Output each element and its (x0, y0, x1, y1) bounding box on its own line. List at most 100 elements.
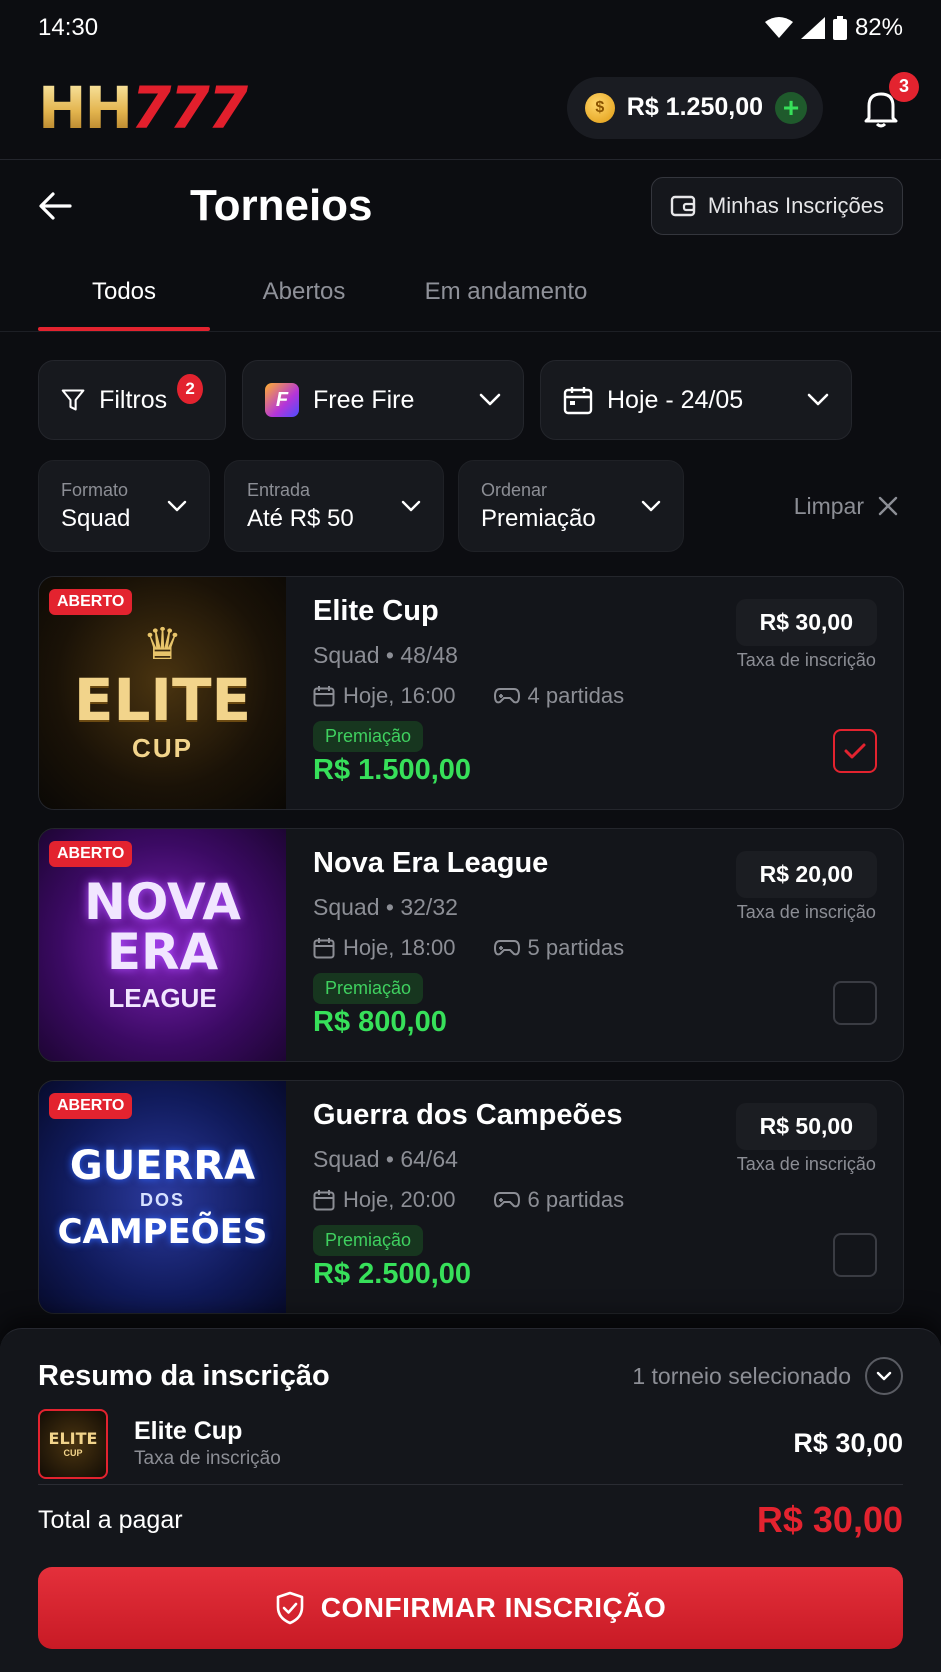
fee-label: Taxa de inscrição (736, 1154, 876, 1174)
wallet-icon (670, 195, 696, 217)
confirm-registration-button[interactable]: CONFIRMAR INSCRIÇÃO (38, 1567, 903, 1649)
select-checkbox[interactable] (833, 729, 877, 773)
mini-art-subtitle: CUP (63, 1448, 83, 1458)
calendar-icon (313, 1190, 335, 1211)
sort-select[interactable]: Ordenar Premiação (458, 460, 684, 552)
tournament-name: Guerra dos Campeões (313, 1099, 623, 1131)
prize-label: Premiação (313, 1225, 424, 1256)
tournament-card-elite-cup[interactable]: ABERTO ♛ ELITE CUP Elite Cup Squad • 48/… (38, 576, 904, 810)
back-arrow-icon (39, 192, 72, 220)
summary-count: 1 torneio selecionado (632, 1362, 851, 1389)
tournament-info: Nova Era League Squad • 32/32 Hoje, 18:0… (313, 847, 624, 1039)
tournament-image: ABERTO GUERRA DOS CAMPEÕES (39, 1081, 286, 1313)
tab-abertos[interactable]: Abertos (210, 252, 398, 331)
entry-label: Entrada (247, 479, 311, 500)
gamepad-icon (493, 940, 520, 956)
tournament-matches: 5 partidas (527, 935, 625, 960)
entry-fee: R$ 50,00 Taxa de inscrição (735, 1103, 877, 1175)
tournament-time: Hoje, 16:00 (343, 683, 456, 708)
tab-todos[interactable]: Todos (38, 252, 210, 331)
coin-icon: $ (584, 92, 615, 123)
chevron-down-icon (401, 500, 421, 512)
chevron-down-icon (876, 1371, 892, 1381)
calendar-icon (313, 686, 335, 707)
tournament-card-nova-era-league[interactable]: ABERTO NOVA ERA LEAGUE Nova Era League S… (38, 828, 904, 1062)
game-select[interactable]: F Free Fire (242, 360, 524, 440)
game-value: Free Fire (313, 385, 415, 414)
summary-item-sub: Taxa de inscrição (134, 1448, 281, 1469)
notifications-button[interactable]: 3 (859, 71, 919, 130)
summary-item-thumbnail: ELITE CUP (38, 1408, 108, 1479)
status-badge: ABERTO (49, 589, 133, 615)
tab-label: Abertos (262, 277, 346, 305)
prize-amount: R$ 1.500,00 (313, 754, 472, 786)
wallet-balance[interactable]: $ R$ 1.250,00 + (566, 76, 823, 139)
page-title: Torneios (190, 181, 373, 230)
status-time: 14:30 (38, 14, 99, 41)
filters-count-badge: 2 (177, 374, 203, 404)
tournament-info: Guerra dos Campeões Squad • 64/64 Hoje, … (313, 1099, 624, 1291)
date-select[interactable]: Hoje - 24/05 (540, 360, 852, 440)
collapse-summary-button[interactable] (865, 1357, 903, 1395)
add-funds-button[interactable]: + (775, 91, 807, 124)
sub-filter-row: Formato Squad Entrada Até R$ 50 Ordenar … (38, 460, 904, 552)
tournament-name: Nova Era League (313, 847, 549, 879)
close-icon (878, 496, 898, 516)
fee-amount: R$ 20,00 (735, 851, 877, 898)
sort-value: Premiação (481, 504, 596, 532)
sort-label: Ordenar (481, 479, 548, 500)
entry-select[interactable]: Entrada Até R$ 50 (224, 460, 444, 552)
back-button[interactable] (38, 176, 98, 236)
tournament-card-guerra-dos-campeoes[interactable]: ABERTO GUERRA DOS CAMPEÕES Guerra dos Ca… (38, 1080, 904, 1314)
tab-bar: Todos Abertos Em andamento (0, 252, 941, 332)
status-bar: 14:30 82% (0, 0, 941, 56)
art-subtitle: CUP (132, 732, 193, 763)
tab-label: Todos (91, 277, 157, 305)
fee-label: Taxa de inscrição (736, 650, 876, 670)
summary-item: ELITE CUP Elite Cup Taxa de inscrição R$… (38, 1408, 903, 1485)
checkmark-icon (844, 743, 866, 759)
entry-value: Até R$ 50 (247, 504, 354, 532)
total-value: R$ 30,00 (756, 1499, 903, 1540)
gamepad-icon (493, 1192, 520, 1208)
tournament-image: ABERTO NOVA ERA LEAGUE (39, 829, 286, 1061)
app-logo[interactable]: HH777 (38, 73, 248, 142)
art-subtitle: DOS (139, 1189, 185, 1210)
prize-label: Premiação (313, 973, 424, 1004)
tournament-meta: Squad • 64/64 (313, 1146, 458, 1172)
free-fire-icon: F (265, 383, 299, 417)
clear-filters-button[interactable]: Limpar (794, 493, 904, 520)
summary-header: Resumo da inscrição 1 torneio selecionad… (38, 1357, 903, 1395)
confirm-label: CONFIRMAR INSCRIÇÃO (320, 1592, 667, 1623)
app-header: HH777 $ R$ 1.250,00 + 3 (0, 56, 941, 160)
chevron-down-icon (479, 393, 501, 406)
logo-777: 777 (131, 73, 248, 142)
prize-label: Premiação (313, 721, 424, 752)
summary-title: Resumo da inscrição (38, 1359, 330, 1392)
tournament-info: Elite Cup Squad • 48/48 Hoje, 16:00 4 pa… (313, 595, 624, 787)
my-registrations-button[interactable]: Minhas Inscrições (650, 177, 903, 235)
status-icons: 82% (764, 14, 903, 42)
tournament-matches: 6 partidas (527, 1187, 625, 1212)
filter-row: Filtros 2 F Free Fire Hoje - 24/05 (38, 360, 904, 440)
entry-fee: R$ 30,00 Taxa de inscrição (735, 599, 877, 671)
tab-label: Em andamento (424, 277, 588, 305)
status-badge: ABERTO (49, 1093, 133, 1119)
signal-icon (800, 17, 825, 39)
gamepad-icon (493, 688, 520, 704)
format-select[interactable]: Formato Squad (38, 460, 210, 552)
tab-em-andamento[interactable]: Em andamento (398, 252, 614, 331)
entry-fee: R$ 20,00 Taxa de inscrição (735, 851, 877, 923)
my-registrations-label: Minhas Inscrições (707, 193, 884, 218)
summary-item-name: Elite Cup (134, 1417, 243, 1445)
prize-amount: R$ 800,00 (313, 1006, 447, 1038)
tournament-time: Hoje, 20:00 (343, 1187, 456, 1212)
calendar-icon (313, 938, 335, 959)
filters-button[interactable]: Filtros 2 (38, 360, 226, 440)
filter-icon (61, 389, 85, 411)
fee-amount: R$ 30,00 (735, 599, 877, 646)
date-value: Hoje - 24/05 (607, 385, 744, 414)
select-checkbox[interactable] (833, 981, 877, 1025)
tournament-matches: 4 partidas (527, 683, 625, 708)
select-checkbox[interactable] (833, 1233, 877, 1277)
